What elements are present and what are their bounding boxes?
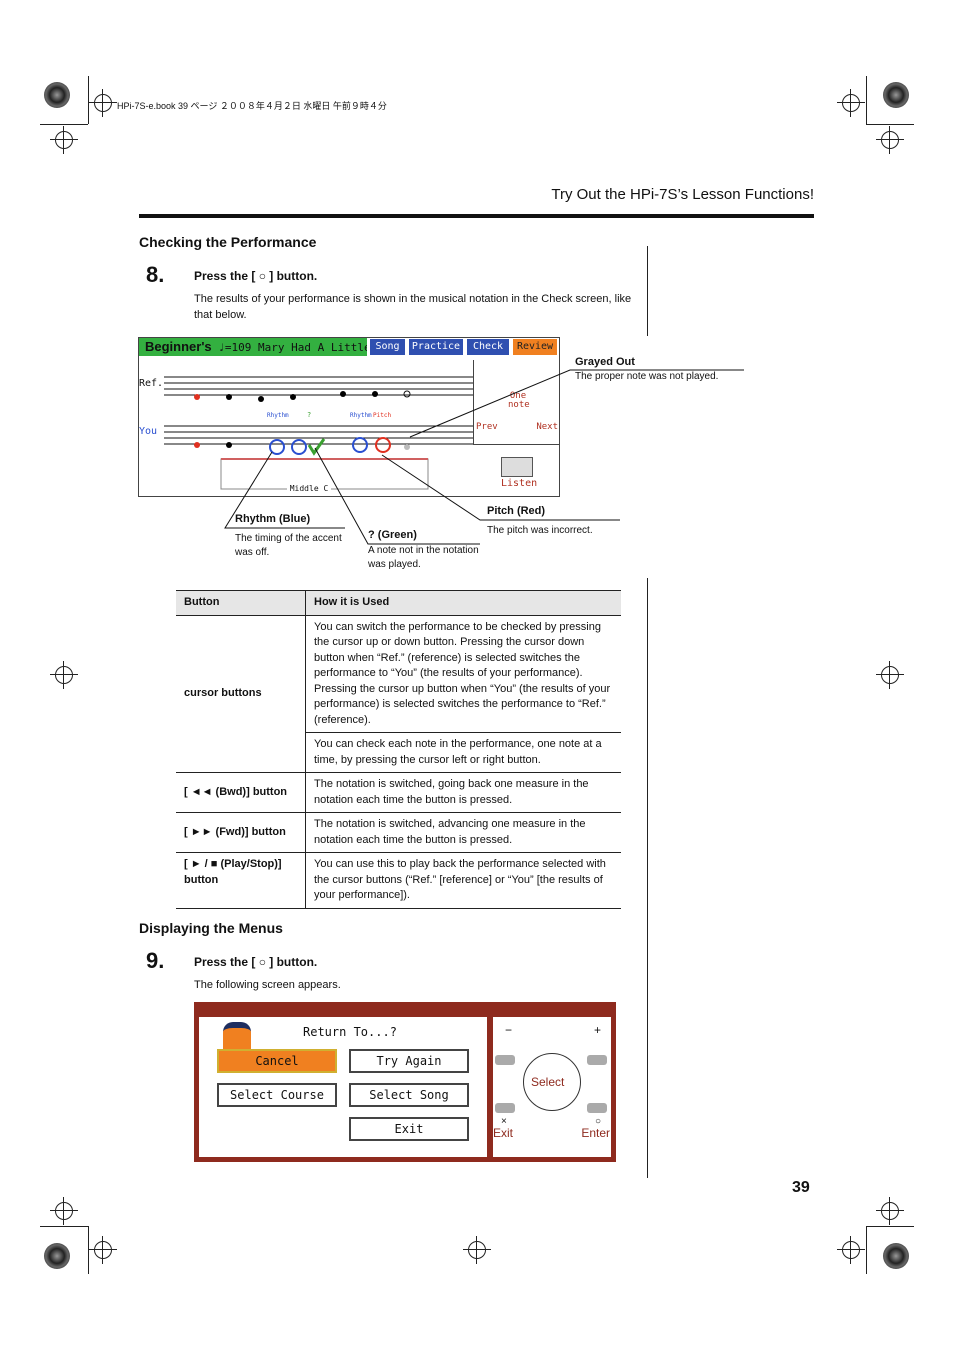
minus-label: − xyxy=(505,1023,513,1037)
grayed-out-text: The proper note was not played. xyxy=(575,371,719,382)
rhythm-title: Rhythm (Blue) xyxy=(235,513,311,525)
crop-mark xyxy=(866,1226,914,1227)
cancel-button[interactable]: Cancel xyxy=(217,1049,337,1073)
manual-page: HPi-7S-e.book 39 ページ ２００８年４月２日 水曜日 午前９時４… xyxy=(0,0,954,1351)
table-header-row: Button How it is Used xyxy=(176,590,621,616)
crosshair-icon xyxy=(876,1197,904,1225)
table-cell: cursor buttons xyxy=(176,615,306,773)
table-cell: [ ◄◄ (Bwd)] button xyxy=(176,772,306,813)
page-number: 39 xyxy=(792,1179,810,1196)
enter-hw-button[interactable] xyxy=(587,1103,607,1113)
menu-prompt: Return To...? xyxy=(303,1025,397,1039)
crosshair-icon xyxy=(50,1197,78,1225)
button-usage-table: Button How it is Used cursor buttons You c… xyxy=(176,590,621,909)
table-cell: [ ►► (Fwd)] button xyxy=(176,812,306,853)
table-cell: You can check each note in the performan… xyxy=(305,732,621,773)
crop-mark xyxy=(88,1226,89,1274)
plus-button[interactable] xyxy=(587,1055,607,1065)
table-cell: The notation is switched, going back one… xyxy=(305,772,621,813)
select-label: Select xyxy=(531,1075,565,1089)
table-row: [ ►► (Fwd)] button The notation is switch… xyxy=(176,812,621,853)
select-course-button[interactable]: Select Course xyxy=(217,1083,337,1107)
rhythm-text: The timing of the accent was off. xyxy=(235,533,342,558)
crosshair-icon xyxy=(463,1236,491,1264)
registration-disc-icon xyxy=(883,1243,909,1269)
table-cell: [ ► / ■ (Play/Stop)] button xyxy=(176,852,306,909)
table-row: cursor buttons You can switch the perform… xyxy=(176,615,621,773)
grayed-out-title: Grayed Out xyxy=(575,356,635,368)
pitch-text: The pitch was incorrect. xyxy=(487,525,593,536)
table-cell: You can use this to play back the perfor… xyxy=(305,852,621,909)
crosshair-icon xyxy=(89,1236,117,1264)
green-text: A note not in the notation was played. xyxy=(368,545,479,570)
column-rule xyxy=(647,578,648,1178)
table-cell: The notation is switched, advancing one … xyxy=(305,812,621,853)
crosshair-icon xyxy=(50,661,78,689)
step-body: The following screen appears. xyxy=(194,979,341,991)
green-title: ? (Green) xyxy=(368,529,417,541)
callout-lines xyxy=(224,369,744,545)
step-text: Press the [ ○ ] button. xyxy=(194,955,318,969)
registration-disc-icon xyxy=(44,1243,70,1269)
step-number: 9. xyxy=(146,948,165,973)
table-row: [ ► / ■ (Play/Stop)] button You can use t… xyxy=(176,852,621,909)
crosshair-icon xyxy=(876,661,904,689)
select-song-button[interactable]: Select Song xyxy=(349,1083,469,1107)
minus-button[interactable] xyxy=(495,1055,515,1065)
crop-mark xyxy=(866,1226,867,1274)
pitch-title: Pitch (Red) xyxy=(487,505,546,517)
enter-label: Enter xyxy=(581,1126,610,1140)
crosshair-icon xyxy=(837,1236,865,1264)
section-title: Displaying the Menus xyxy=(139,920,283,936)
plus-label: + xyxy=(593,1023,601,1037)
menu-screen: Return To...? Cancel Try Again Select Co… xyxy=(194,1002,616,1162)
exit-button[interactable]: Exit xyxy=(349,1117,469,1141)
table-header: How it is Used xyxy=(305,590,621,616)
table-row: [ ◄◄ (Bwd)] button The notation is switch… xyxy=(176,772,621,813)
try-again-button[interactable]: Try Again xyxy=(349,1049,469,1073)
table-header: Button xyxy=(176,590,306,616)
menu-dialog: Return To...? Cancel Try Again Select Co… xyxy=(199,1017,487,1157)
menu-controls: − + Select × ○ Exit Enter xyxy=(493,1017,611,1157)
exit-hw-button[interactable] xyxy=(495,1103,515,1113)
exit-label: Exit xyxy=(493,1126,514,1140)
table-cell: You can switch the performance to be che… xyxy=(305,615,621,733)
crop-mark xyxy=(40,1226,88,1227)
